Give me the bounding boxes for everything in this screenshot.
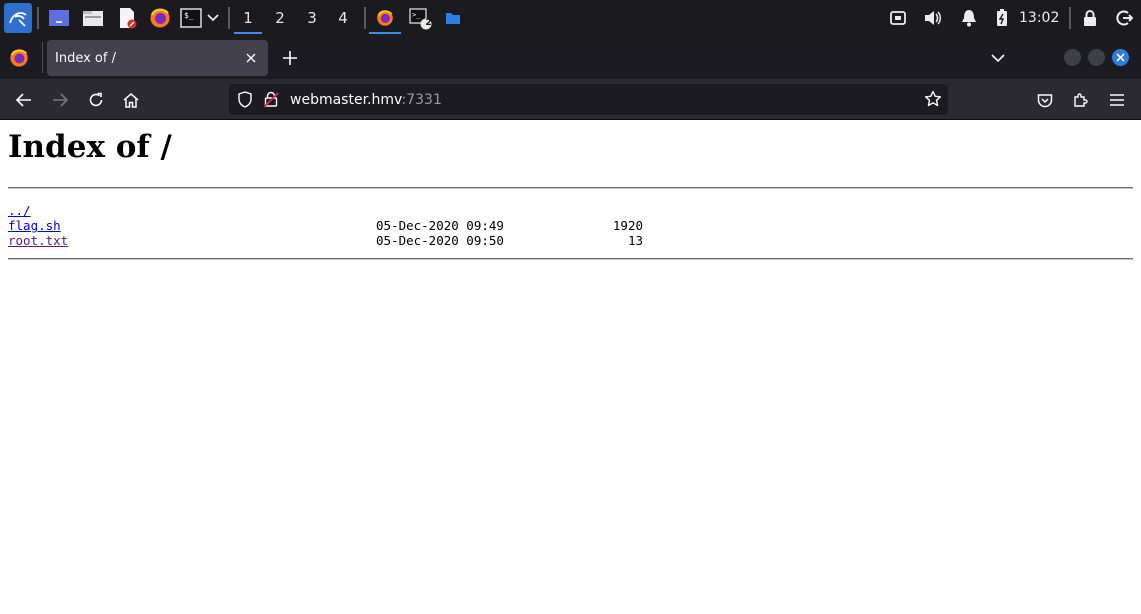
page-content: Index of / ../ flag.sh 05-Dec-2020 09:49… [0,120,1141,614]
url-text[interactable]: webmaster.hmv:7331 [290,92,442,108]
volume-icon[interactable] [921,6,945,30]
terminal-launcher-icon[interactable]: $_ [179,6,203,30]
file-size: 13 [627,233,643,248]
panel-separator [1069,7,1071,29]
folder-task-icon[interactable] [441,6,465,30]
bookmark-star-icon[interactable] [924,90,942,112]
terminal-count-badge: 2 [425,18,432,28]
pocket-icon[interactable] [1033,88,1057,112]
listing-row-parent: ../ [8,203,708,218]
back-button[interactable] [12,88,36,112]
url-bar[interactable]: webmaster.hmv:7331 [229,84,948,115]
forward-button[interactable] [48,88,72,112]
home-button[interactable] [119,88,143,112]
new-tab-button[interactable] [279,47,301,69]
directory-listing: ../ flag.sh 05-Dec-2020 09:49 1920 root.… [8,203,708,248]
navigation-toolbar: webmaster.hmv:7331 [0,79,1141,120]
file-manager-icon[interactable] [81,6,105,30]
workspace-3[interactable]: 3 [298,0,326,36]
reload-button[interactable] [84,88,108,112]
file-size: 1920 [612,218,643,233]
browser-tab-strip: Index of / [0,36,1141,79]
svg-text:$_: $_ [184,11,194,20]
url-host: webmaster.hmv [290,91,402,108]
firefox-view-icon[interactable] [9,48,29,68]
file-date: 05-Dec-2020 09:49 [376,218,504,233]
file-link-flag-sh[interactable]: flag.sh [8,218,61,233]
extensions-puzzle-icon[interactable] [1069,88,1093,112]
firefox-launcher-icon[interactable] [148,6,172,30]
browser-tab[interactable]: Index of / [47,40,268,76]
show-desktop-icon[interactable] [47,6,71,30]
panel-clock[interactable]: 13:02 [1019,0,1059,36]
list-all-tabs-chevron-icon[interactable] [990,50,1006,64]
panel-separator [228,7,230,29]
url-port: :7331 [401,91,442,108]
bottom-divider [8,258,1133,260]
battery-icon[interactable] [990,6,1014,30]
file-link-root-txt[interactable]: root.txt [8,233,68,248]
notification-bell-icon[interactable] [957,6,981,30]
workspace-1[interactable]: 1 [234,0,262,36]
text-editor-icon[interactable] [115,6,139,30]
insecure-connection-lock-icon[interactable] [263,91,279,112]
minimize-window-button[interactable] [1064,49,1081,66]
listing-row: root.txt 05-Dec-2020 09:50 13 [8,233,708,248]
listing-row: flag.sh 05-Dec-2020 09:49 1920 [8,218,708,233]
workspace-4[interactable]: 4 [329,0,357,36]
tab-separator [42,42,43,73]
system-panel: $_ 1 2 3 4 >_ 2 13:02 [0,0,1141,36]
svg-text:>_: >_ [412,11,421,19]
close-window-button[interactable] [1112,49,1129,66]
workspace-2[interactable]: 2 [266,0,294,36]
chevron-down-icon[interactable] [203,6,223,30]
panel-separator [364,7,366,29]
panel-separator [37,7,39,29]
close-tab-icon[interactable] [242,49,260,67]
network-icon[interactable] [886,6,910,30]
file-date: 05-Dec-2020 09:50 [376,233,504,248]
tab-title: Index of / [55,50,116,66]
logout-icon[interactable] [1112,6,1136,30]
page-heading: Index of / [8,129,172,165]
tracking-protection-shield-icon[interactable] [238,91,252,112]
lock-screen-icon[interactable] [1078,6,1102,30]
app-menu-hamburger-icon[interactable] [1105,88,1129,112]
terminal-task-icon[interactable]: >_ 2 [408,6,432,30]
maximize-window-button[interactable] [1088,49,1105,66]
kali-menu-icon[interactable] [4,3,32,33]
top-divider [8,187,1133,189]
firefox-task-icon[interactable] [369,6,401,34]
parent-directory-link[interactable]: ../ [8,203,31,218]
